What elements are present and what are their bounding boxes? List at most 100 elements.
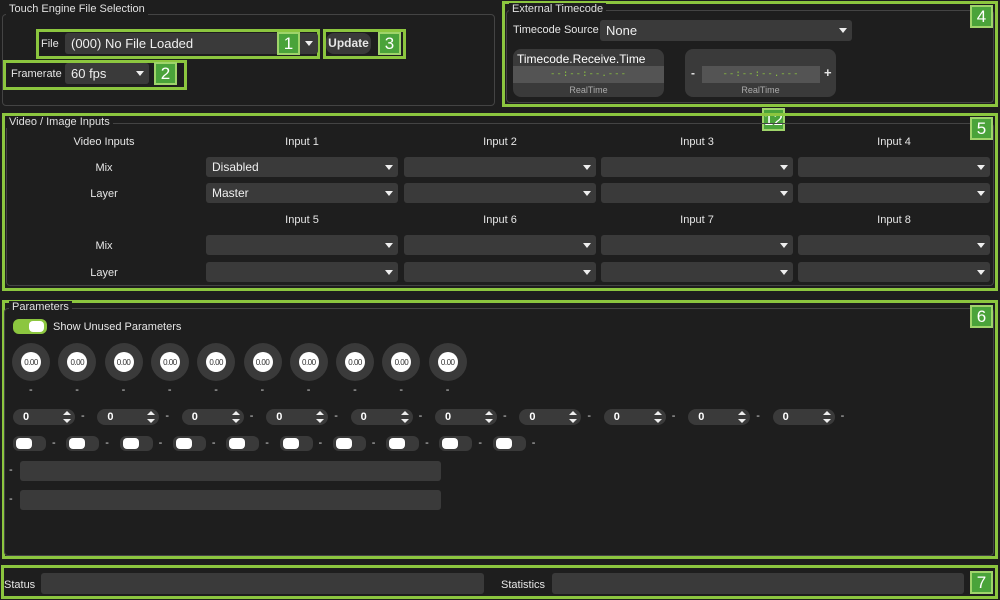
- video-inputs-header: Video Inputs: [73, 136, 135, 148]
- mix-top-dropdown[interactable]: [404, 157, 596, 177]
- timecode-source-dropdown[interactable]: None: [600, 20, 852, 41]
- layer-bottom-dropdown[interactable]: [601, 262, 793, 282]
- arrow-up-icon[interactable]: [738, 411, 747, 415]
- arrow-down-icon[interactable]: [400, 419, 409, 423]
- arrow-up-icon[interactable]: [400, 411, 409, 415]
- timecode-receive-panel: Timecode.Receive.Time --:--:--.--- RealT…: [513, 49, 664, 97]
- chevron-down-icon: [977, 270, 985, 275]
- parameter-spinner[interactable]: 0: [266, 409, 329, 425]
- parameter-text-field[interactable]: [20, 461, 441, 481]
- button-thumb: [495, 438, 512, 449]
- parameter-knob[interactable]: 0.00: [150, 343, 189, 381]
- knob-value: 0.00: [67, 352, 88, 372]
- button-label: -: [478, 437, 483, 449]
- parameter-button[interactable]: [226, 436, 260, 451]
- arrow-up-icon[interactable]: [316, 411, 325, 415]
- arrow-up-icon[interactable]: [63, 411, 71, 415]
- layer-top-dropdown[interactable]: [404, 183, 596, 203]
- arrow-up-icon[interactable]: [569, 411, 578, 415]
- update-button[interactable]: Update: [326, 33, 371, 54]
- parameter-spinner[interactable]: 0: [435, 409, 497, 425]
- parameter-knob[interactable]: 0.00: [104, 343, 143, 381]
- arrow-up-icon[interactable]: [147, 411, 156, 415]
- arrow-up-icon[interactable]: [485, 411, 493, 415]
- spinner-label: -: [503, 410, 507, 422]
- mix-top-dropdown[interactable]: [601, 157, 793, 177]
- parameter-spinner[interactable]: 0: [13, 409, 75, 425]
- arrow-down-icon[interactable]: [653, 419, 662, 423]
- parameter-button[interactable]: [492, 436, 526, 451]
- layer-bottom-dropdown[interactable]: [798, 262, 990, 282]
- parameter-spinner[interactable]: 0: [97, 409, 160, 425]
- parameter-button[interactable]: [386, 436, 420, 451]
- parameter-knob[interactable]: 0.00: [289, 343, 328, 381]
- knob-value: 0.00: [298, 352, 319, 372]
- parameter-button[interactable]: [172, 436, 206, 451]
- mix-bottom-dropdown[interactable]: [798, 235, 990, 255]
- arrow-down-icon[interactable]: [738, 419, 747, 423]
- mix-bottom-dropdown[interactable]: [404, 235, 596, 255]
- button-thumb: [282, 438, 299, 449]
- knob-label: -: [75, 384, 79, 396]
- show-unused-toggle[interactable]: [13, 319, 47, 334]
- parameter-button[interactable]: [119, 436, 153, 451]
- arrow-down-icon[interactable]: [569, 419, 578, 423]
- parameter-spinner[interactable]: 0: [688, 409, 751, 425]
- offset-minus-button[interactable]: -: [691, 66, 695, 80]
- spinner-value: 0: [613, 411, 620, 423]
- arrow-up-icon[interactable]: [231, 411, 240, 415]
- spinner-label: -: [418, 410, 423, 422]
- parameter-spinner[interactable]: 0: [772, 409, 835, 425]
- mix-top-dropdown[interactable]: Disabled: [206, 157, 398, 177]
- parameter-knob[interactable]: 0.00: [197, 343, 236, 381]
- badge-2: 2: [154, 62, 177, 85]
- parameter-spinner[interactable]: 0: [181, 409, 244, 425]
- parameter-spinner[interactable]: 0: [603, 409, 666, 425]
- parameter-button[interactable]: [439, 436, 473, 451]
- spinner-value: 0: [107, 411, 114, 423]
- arrow-down-icon[interactable]: [147, 419, 156, 423]
- parameter-button[interactable]: [279, 436, 313, 451]
- arrow-down-icon[interactable]: [485, 419, 493, 423]
- spinner-value: 0: [698, 411, 705, 423]
- chevron-down-icon: [977, 165, 985, 170]
- layer-top-dropdown[interactable]: Master: [206, 183, 398, 203]
- badge-1: 1: [277, 32, 300, 55]
- arrow-up-icon[interactable]: [653, 411, 662, 415]
- layer-top-dropdown[interactable]: [601, 183, 793, 203]
- show-unused-label: Show Unused Parameters: [53, 321, 182, 333]
- chevron-down-icon: [583, 270, 591, 275]
- framerate-dropdown[interactable]: 60 fps: [65, 63, 149, 84]
- parameter-knob[interactable]: 0.00: [336, 343, 375, 381]
- arrow-down-icon[interactable]: [231, 419, 240, 423]
- arrow-down-icon[interactable]: [316, 419, 325, 423]
- parameter-spinner[interactable]: 0: [519, 409, 582, 425]
- file-label: File: [41, 38, 59, 50]
- parameter-knob[interactable]: 0.00: [428, 343, 467, 381]
- arrow-down-icon[interactable]: [63, 419, 71, 423]
- spinner-label: -: [81, 410, 85, 422]
- parameter-knob[interactable]: 0.00: [243, 343, 282, 381]
- timecode-offset-value[interactable]: --:--:--.---: [702, 66, 820, 83]
- mix-bottom-dropdown[interactable]: [206, 235, 398, 255]
- knob-value: 0.00: [159, 352, 180, 372]
- layer-bottom-dropdown[interactable]: [206, 262, 398, 282]
- parameter-knob[interactable]: 0.00: [12, 343, 50, 381]
- knob-label: -: [306, 384, 311, 396]
- parameter-spinner[interactable]: 0: [350, 409, 413, 425]
- parameter-text-field[interactable]: [20, 490, 441, 510]
- mix-bottom-dropdown[interactable]: [601, 235, 793, 255]
- parameter-button[interactable]: [332, 436, 366, 451]
- parameter-button[interactable]: [13, 436, 46, 451]
- layer-top-dropdown[interactable]: [798, 183, 990, 203]
- layer-bottom-dropdown[interactable]: [404, 262, 596, 282]
- spinner-value: 0: [529, 411, 536, 423]
- knob-label: -: [353, 384, 357, 396]
- arrow-up-icon[interactable]: [822, 411, 831, 415]
- button-label: -: [265, 437, 269, 449]
- arrow-down-icon[interactable]: [822, 419, 831, 423]
- offset-plus-button[interactable]: +: [824, 65, 832, 80]
- knob-label: -: [214, 384, 218, 396]
- mix-top-dropdown[interactable]: [798, 157, 990, 177]
- parameter-button[interactable]: [66, 436, 100, 451]
